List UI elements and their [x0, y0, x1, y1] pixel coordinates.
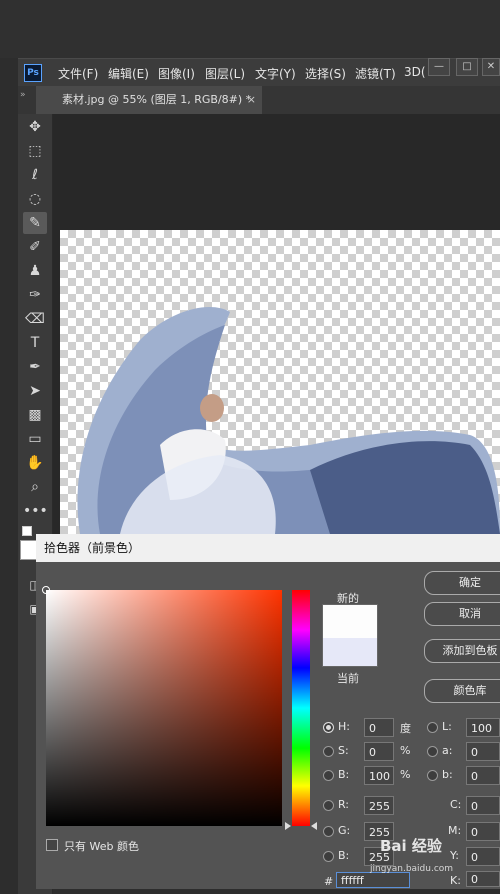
- eraser-tool-icon[interactable]: ⌫: [23, 308, 47, 330]
- color-field-cursor[interactable]: [42, 586, 50, 594]
- hex-field[interactable]: ffffff: [336, 872, 410, 888]
- document-tab[interactable]: 素材.jpg @ 55% (图层 1, RGB/8#) * ×: [36, 86, 262, 114]
- hand-tool-icon[interactable]: ✋: [23, 452, 47, 474]
- lab-a-field[interactable]: 0: [466, 742, 500, 761]
- saturation-unit: %: [400, 744, 411, 757]
- current-color-swatch[interactable]: [322, 638, 378, 667]
- quick-select-tool-icon[interactable]: ◌: [23, 188, 47, 210]
- desktop-background: [0, 0, 500, 58]
- more-tools-icon[interactable]: •••: [23, 500, 48, 522]
- lab-b-radio[interactable]: [427, 770, 438, 781]
- marquee-tool-icon[interactable]: ⬚: [23, 140, 47, 162]
- menu-filter[interactable]: 滤镜(T): [355, 65, 396, 82]
- yellow-label: Y:: [450, 849, 459, 862]
- default-colors-icon[interactable]: [22, 526, 32, 536]
- lasso-tool-icon[interactable]: ℓ: [23, 164, 47, 186]
- lab-a-radio[interactable]: [427, 746, 438, 757]
- saturation-radio[interactable]: [323, 746, 334, 757]
- lab-a-label: a:: [442, 744, 453, 757]
- saturation-label: S:: [338, 744, 349, 757]
- baidu-watermark: Bai 经验: [380, 837, 442, 855]
- document-tab-title: 素材.jpg @ 55% (图层 1, RGB/8#) *: [62, 93, 252, 106]
- menu-file[interactable]: 文件(F): [58, 65, 98, 82]
- brightness-field[interactable]: 100: [364, 766, 394, 785]
- hue-radio[interactable]: [323, 722, 334, 733]
- current-color-label: 当前: [337, 672, 359, 685]
- saturation-brightness-field[interactable]: [42, 586, 282, 826]
- web-colors-only-checkbox[interactable]: [46, 839, 58, 851]
- minimize-button[interactable]: —: [428, 58, 450, 76]
- color-libraries-button[interactable]: 颜色库: [424, 679, 500, 703]
- hue-label: H:: [338, 720, 350, 733]
- menu-select[interactable]: 选择(S): [305, 65, 346, 82]
- magenta-label: M:: [448, 824, 462, 837]
- menu-layer[interactable]: 图层(L): [205, 65, 245, 82]
- gradient-tool-icon[interactable]: ▩: [23, 404, 47, 426]
- move-tool-icon[interactable]: ✥: [23, 116, 47, 138]
- type-tool-icon[interactable]: T: [23, 332, 47, 354]
- hue-field[interactable]: 0: [364, 718, 394, 737]
- hue-unit: 度: [400, 722, 411, 735]
- cancel-button[interactable]: 取消: [424, 602, 500, 626]
- blue-label: B:: [338, 849, 350, 862]
- hue-slider-handle-left-icon[interactable]: [285, 822, 291, 830]
- close-window-button[interactable]: ✕: [482, 58, 500, 76]
- path-select-tool-icon[interactable]: ➤: [23, 380, 47, 402]
- lab-l-field[interactable]: 100: [466, 718, 500, 737]
- brush-tool-icon[interactable]: ✐: [23, 236, 47, 258]
- menu-image[interactable]: 图像(I): [158, 65, 195, 82]
- green-label: G:: [338, 824, 351, 837]
- cyan-label: C:: [450, 798, 462, 811]
- yellow-field[interactable]: 0: [466, 847, 500, 866]
- history-brush-tool-icon[interactable]: ✑: [23, 284, 47, 306]
- eyedropper-tool-icon[interactable]: ✎: [23, 212, 47, 234]
- hue-slider-handle-right-icon[interactable]: [311, 822, 317, 830]
- menu-3d[interactable]: 3D(: [404, 65, 426, 79]
- brightness-label: B:: [338, 768, 350, 781]
- pen-tool-icon[interactable]: ✒: [23, 356, 47, 378]
- photoshop-logo-icon: Ps: [24, 64, 42, 82]
- brightness-radio[interactable]: [323, 770, 334, 781]
- menu-edit[interactable]: 编辑(E): [108, 65, 149, 82]
- rectangle-tool-icon[interactable]: ▭: [23, 428, 47, 450]
- cyan-field[interactable]: 0: [466, 796, 500, 815]
- brightness-unit: %: [400, 768, 411, 781]
- stamp-tool-icon[interactable]: ♟: [23, 260, 47, 282]
- green-radio[interactable]: [323, 826, 334, 837]
- web-colors-only-label: 只有 Web 颜色: [64, 840, 139, 853]
- black-label: K:: [450, 874, 461, 887]
- subject-image: [77, 307, 500, 534]
- saturation-field[interactable]: 0: [364, 742, 394, 761]
- hue-slider[interactable]: [292, 590, 310, 826]
- hex-label: #: [324, 875, 334, 888]
- menu-type[interactable]: 文字(Y): [255, 65, 296, 82]
- document-tab-close-icon[interactable]: ×: [247, 86, 256, 114]
- lab-b-field[interactable]: 0: [466, 766, 500, 785]
- lab-l-label: L:: [442, 720, 452, 733]
- lab-l-radio[interactable]: [427, 722, 438, 733]
- image-canvas[interactable]: [60, 230, 500, 534]
- new-color-swatch: [322, 604, 378, 639]
- black-field[interactable]: 0: [466, 871, 500, 887]
- red-label: R:: [338, 798, 350, 811]
- blue-radio[interactable]: [323, 851, 334, 862]
- zoom-tool-icon[interactable]: ⌕: [23, 476, 47, 498]
- collapse-icon[interactable]: »: [20, 90, 26, 100]
- lab-b-label: b:: [442, 768, 453, 781]
- magenta-field[interactable]: 0: [466, 822, 500, 841]
- ok-button[interactable]: 确定: [424, 571, 500, 595]
- maximize-button[interactable]: □: [456, 58, 478, 76]
- red-radio[interactable]: [323, 800, 334, 811]
- red-field[interactable]: 255: [364, 796, 394, 815]
- baidu-watermark-url: jingyan.baidu.com: [370, 864, 454, 874]
- add-to-swatches-button[interactable]: 添加到色板: [424, 639, 500, 663]
- dialog-title: 拾色器（前景色）: [36, 534, 500, 562]
